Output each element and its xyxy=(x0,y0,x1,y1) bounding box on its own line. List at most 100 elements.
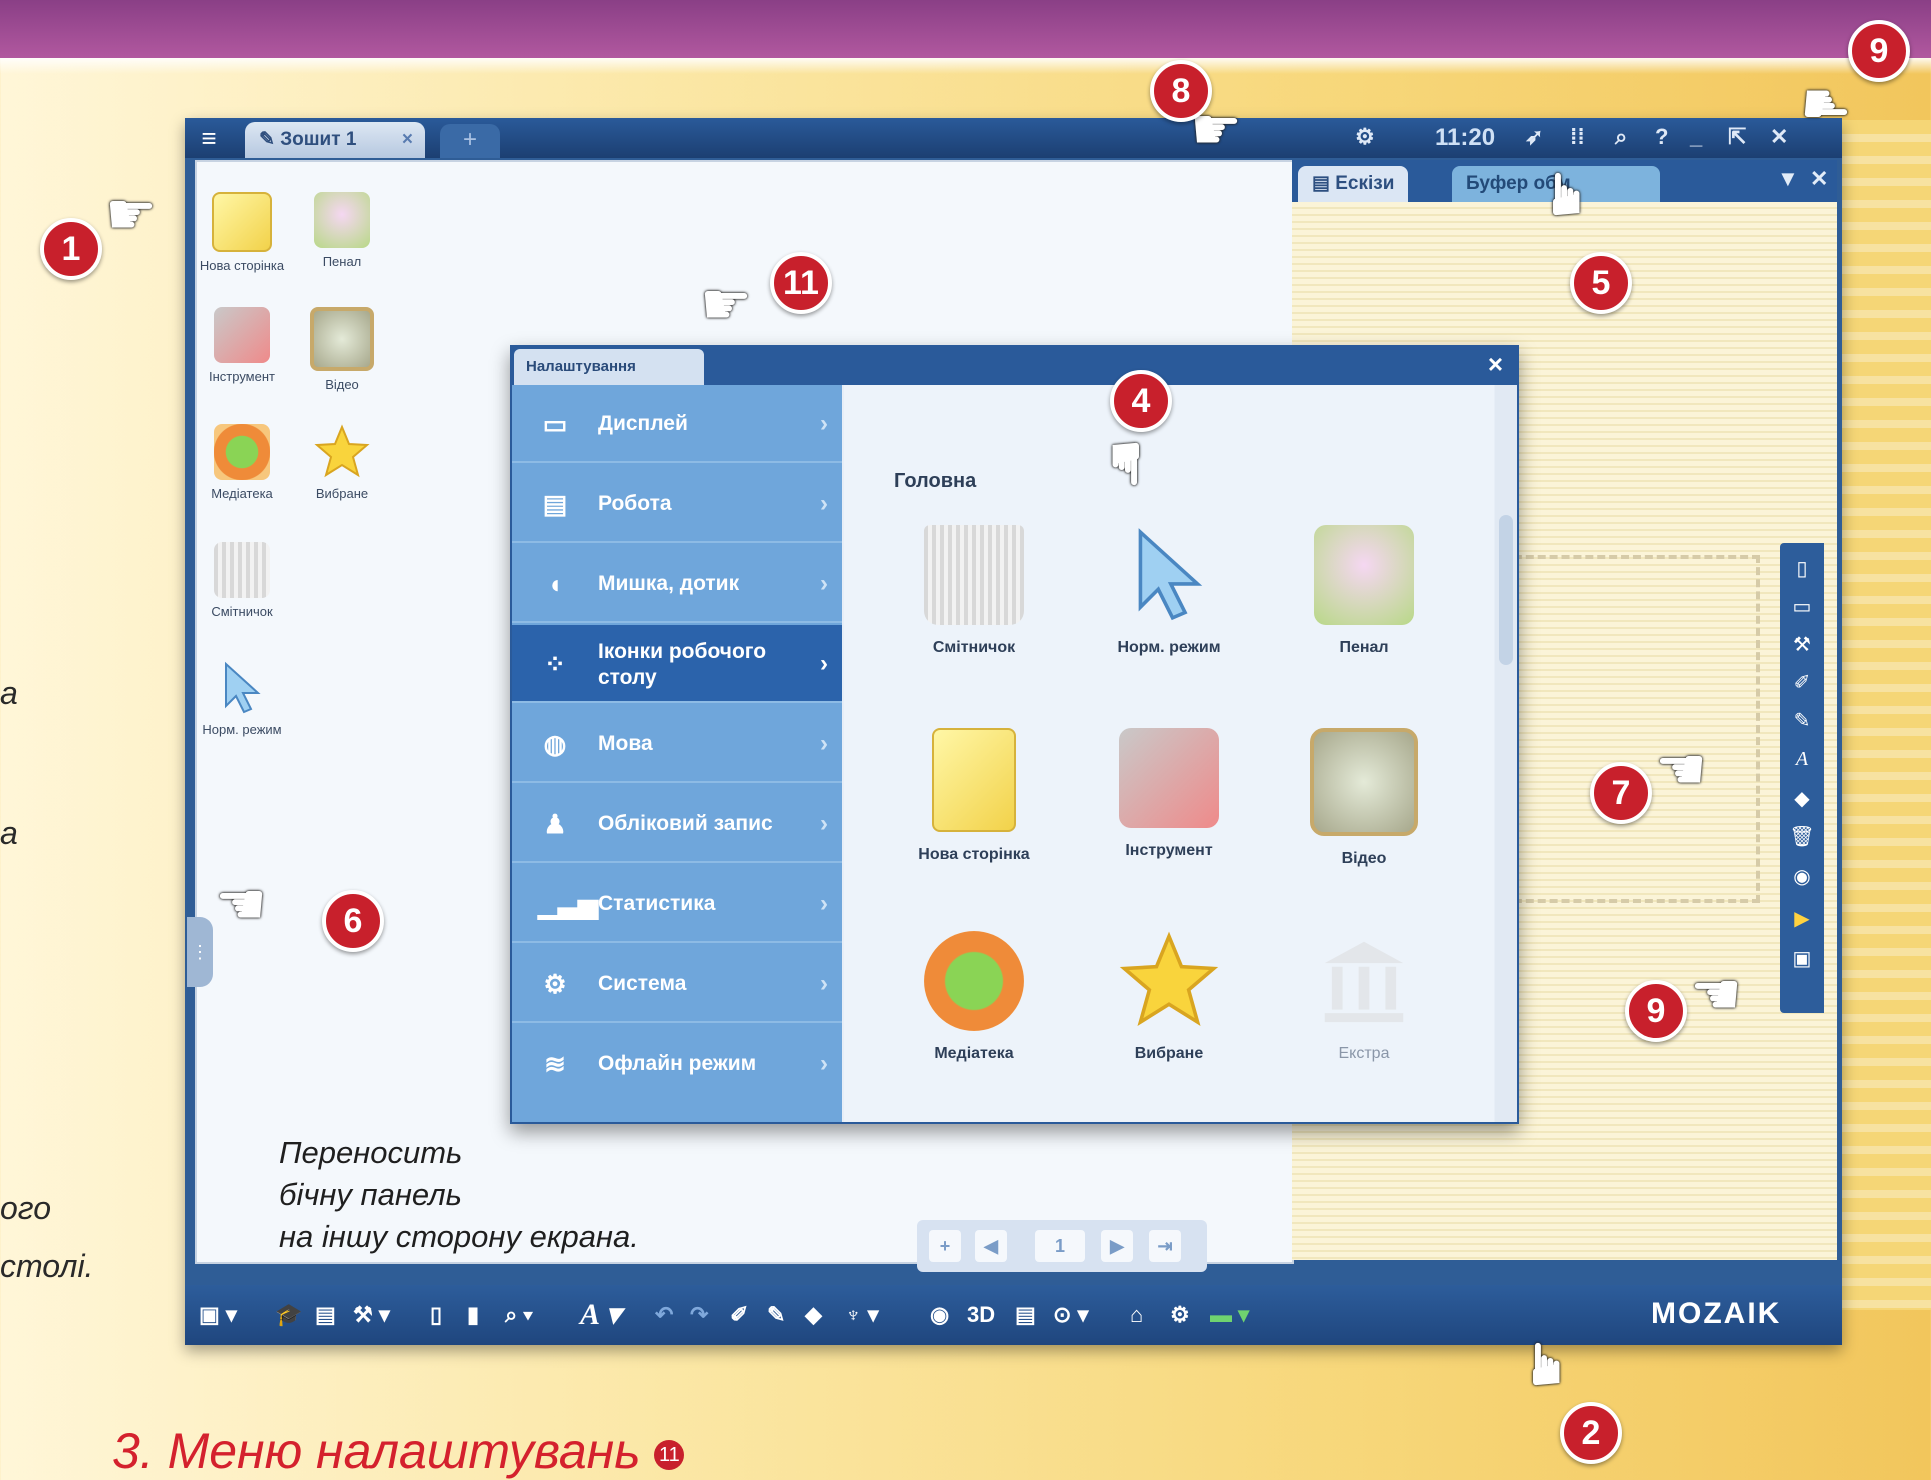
marker-tool-icon[interactable]: ✎ xyxy=(1786,705,1818,737)
home-icon[interactable]: ⌂ xyxy=(1130,1297,1143,1333)
menu-item-work[interactable]: ▤ Робота › xyxy=(512,465,842,543)
desktop-icon-trash[interactable]: Смітничок xyxy=(197,542,287,619)
media-tool-icon[interactable]: ◉ xyxy=(1786,861,1818,893)
hamburger-menu-icon[interactable]: ≡ xyxy=(195,124,223,152)
setting-icon-media[interactable]: Медіатека xyxy=(884,931,1064,1063)
prev-page-icon[interactable]: ◀ xyxy=(975,1230,1007,1262)
desktop-icon-normal-mode[interactable]: Норм. режим xyxy=(197,660,287,737)
settings-camera-icon[interactable]: ⚙ xyxy=(1355,124,1375,150)
minimize-icon[interactable]: _ xyxy=(1690,124,1702,150)
redo-icon[interactable]: ↷ xyxy=(690,1297,708,1333)
menu-item-mouse-touch[interactable]: ◖ Мишка, дотик › xyxy=(512,545,842,623)
chevron-right-icon: › xyxy=(820,730,828,757)
page-list-icon[interactable]: ▮ xyxy=(467,1297,479,1333)
new-page-tool-icon[interactable]: ▯ xyxy=(1786,553,1818,585)
tab-close-icon[interactable]: × xyxy=(402,122,413,158)
add-page-icon[interactable]: + xyxy=(929,1230,961,1262)
setting-icon-trash[interactable]: Смітничок xyxy=(884,525,1064,657)
pointing-hand-icon: ☚ xyxy=(1690,962,1742,1027)
brush-icon[interactable]: ✐ xyxy=(730,1297,748,1333)
text-format-icon[interactable]: A ▾ xyxy=(580,1297,621,1333)
setting-icon-extra[interactable]: Екстра xyxy=(1274,931,1454,1063)
page-tool-icon[interactable]: ▭ xyxy=(1786,591,1818,623)
trash-tool-icon[interactable]: 🗑 xyxy=(1786,821,1818,853)
scroll-thumb[interactable] xyxy=(1499,515,1513,665)
3d-icon[interactable]: 3D xyxy=(967,1297,995,1333)
setting-icon-video[interactable]: Відео xyxy=(1274,728,1454,868)
marker-icon[interactable]: ✎ xyxy=(767,1297,785,1333)
menu-item-system[interactable]: ⚙ Система › xyxy=(512,945,842,1023)
setting-icon-favorites[interactable]: Вибране xyxy=(1079,931,1259,1063)
menu-item-language[interactable]: ◍ Мова › xyxy=(512,705,842,783)
museum-icon xyxy=(1314,931,1414,1031)
side-panel-grip[interactable]: ⋮ xyxy=(187,917,213,987)
menu-item-offline[interactable]: ≋ Офлайн режим › xyxy=(512,1025,842,1103)
zoom-icon[interactable]: ⌕ ▾ xyxy=(505,1297,533,1333)
note-line: на іншу сторону екрана. xyxy=(279,1219,639,1254)
education-icon[interactable]: 🎓 xyxy=(275,1297,302,1333)
play-tool-icon[interactable]: ▶ xyxy=(1786,903,1818,935)
side-text: а xyxy=(0,675,18,711)
brush-tool-icon[interactable]: ✐ xyxy=(1786,667,1818,699)
desktop-icon-tool[interactable]: Інструмент xyxy=(197,307,287,384)
menu-item-account[interactable]: ♟ Обліковий запис › xyxy=(512,785,842,863)
section-number-badge: 11 xyxy=(654,1439,685,1470)
new-tab-button[interactable]: + xyxy=(440,124,500,158)
desktop-icon-favorites[interactable]: Вибране xyxy=(297,424,387,501)
detach-icon[interactable]: ⇱ xyxy=(1728,124,1746,150)
icon-label: Медіатека xyxy=(211,486,273,501)
help-icon[interactable]: ? xyxy=(1655,124,1668,150)
chevron-right-icon: › xyxy=(820,970,828,997)
desktop-icon-media[interactable]: Медіатека xyxy=(197,424,287,501)
section-title: 3. Меню налаштувань 11 xyxy=(112,1422,685,1480)
tools-menu-icon[interactable]: ⚒ ▾ xyxy=(353,1297,390,1333)
tab-notebook[interactable]: ✎ Зошит 1 × xyxy=(245,122,425,158)
undo-icon[interactable]: ↶ xyxy=(655,1297,673,1333)
menu-item-display[interactable]: ▭ Дисплей › xyxy=(512,385,842,463)
item-label: Вибране xyxy=(1134,1045,1204,1062)
page-edit-icon[interactable]: ▤ xyxy=(315,1297,336,1333)
next-page-icon[interactable]: ▶ xyxy=(1101,1230,1133,1262)
last-page-icon[interactable]: ⇥ xyxy=(1149,1230,1181,1262)
settings-gear-icon[interactable]: ⚙ xyxy=(1170,1297,1190,1333)
desktop-icon-new-page[interactable]: Нова сторінка xyxy=(197,192,287,273)
settings-scrollbar[interactable] xyxy=(1495,385,1517,1122)
dialog-close-icon[interactable]: × xyxy=(1488,349,1503,380)
presentation-icon[interactable]: ▣ ▾ xyxy=(199,1297,237,1333)
desktop-icon-video[interactable]: Відео xyxy=(297,307,387,392)
eraser-tool-icon[interactable]: ◆ xyxy=(1786,783,1818,815)
menu-item-desktop-icons[interactable]: ⁘ Іконки робочого столу › xyxy=(512,625,842,703)
setting-icon-tool[interactable]: Інструмент xyxy=(1079,728,1259,860)
play-icon[interactable]: ⊙ ▾ xyxy=(1053,1297,1089,1333)
panel-toggle-icon[interactable]: ▣ xyxy=(1786,943,1818,975)
desktop-icon-pencil-case[interactable]: Пенал xyxy=(297,192,387,269)
mouse-icon: ◖ xyxy=(547,569,563,599)
setting-icon-pencil-case[interactable]: Пенал xyxy=(1274,525,1454,657)
panel-dropdown-icon[interactable]: ▼ xyxy=(1777,166,1799,192)
panel-close-icon[interactable]: ✕ xyxy=(1810,166,1828,192)
page-navigator: + ◀ 1 ▶ ⇥ xyxy=(917,1220,1207,1272)
media-icon[interactable]: ◉ xyxy=(930,1297,949,1333)
eraser-icon[interactable]: ◆ xyxy=(805,1297,822,1333)
new-page-bb-icon[interactable]: ▯ xyxy=(430,1297,442,1333)
text-tool-icon[interactable]: A xyxy=(1786,743,1818,775)
menu-item-statistics[interactable]: ▁▃▅ Статистика › xyxy=(512,865,842,943)
hammer-tool-icon[interactable]: ⚒ xyxy=(1786,629,1818,661)
tab-sketches[interactable]: ▤ Ескізи xyxy=(1298,166,1409,202)
page-number[interactable]: 1 xyxy=(1035,1230,1085,1262)
setting-icon-normal-mode[interactable]: Норм. режим xyxy=(1079,525,1259,657)
document-icon[interactable]: ▤ xyxy=(1015,1297,1036,1333)
side-text: столі. xyxy=(0,1248,94,1284)
close-window-icon[interactable]: ✕ xyxy=(1770,124,1788,150)
pointing-hand-icon: ☛ xyxy=(1514,1338,1579,1390)
callout-badge: 1 xyxy=(40,218,102,280)
keyboard-icon[interactable]: ▬ ▾ xyxy=(1210,1297,1249,1333)
item-label: Медіатека xyxy=(934,1045,1014,1062)
search-icon[interactable]: ⌕ xyxy=(1615,124,1627,150)
apps-grid-icon[interactable]: ⁞⁞ xyxy=(1570,124,1585,150)
paint-brushes-icon[interactable]: ♆ ▾ xyxy=(845,1297,879,1333)
item-label: Нова сторінка xyxy=(918,846,1030,863)
rocket-icon[interactable]: ➶ xyxy=(1525,124,1543,150)
setting-icon-new-page[interactable]: Нова сторінка xyxy=(884,728,1064,864)
pencil-icon: ✎ xyxy=(259,129,281,150)
